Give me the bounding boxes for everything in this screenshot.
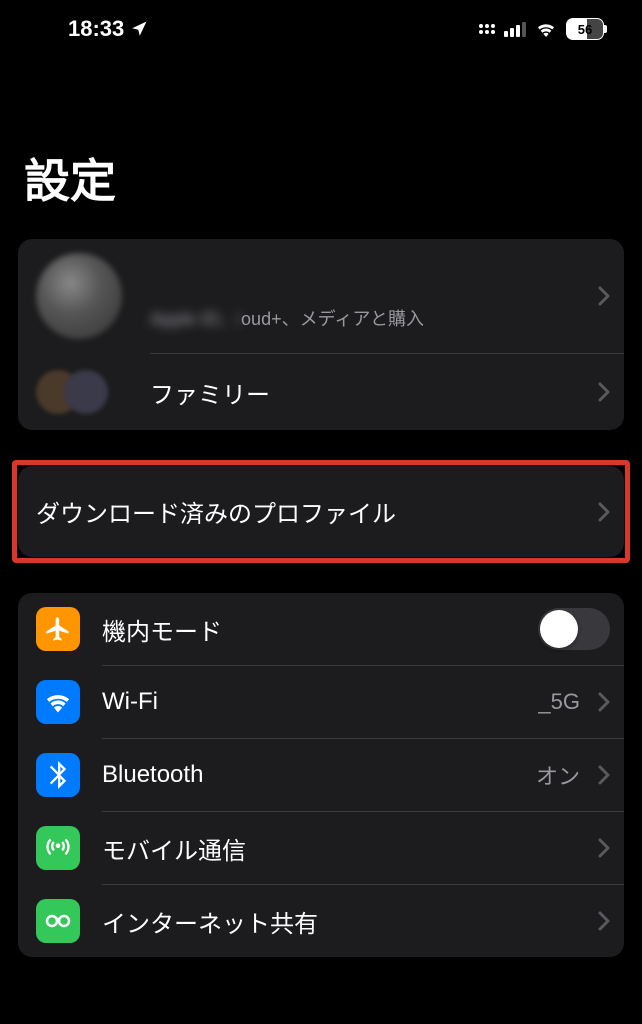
status-indicators: 56 [479, 18, 604, 40]
wifi-network-name-hidden [384, 686, 538, 718]
location-icon [130, 20, 148, 38]
cellular-icon [36, 826, 80, 870]
status-time-area: 18:33 [68, 16, 148, 42]
downloaded-profile-row[interactable]: ダウンロード済みのプロファイル [18, 466, 624, 557]
chevron-right-icon [598, 838, 610, 858]
downloaded-profile-label: ダウンロード済みのプロファイル [36, 476, 588, 547]
status-time: 18:33 [68, 16, 124, 42]
chevron-right-icon [598, 502, 610, 522]
hotspot-row[interactable]: インターネット共有 [18, 885, 624, 957]
family-label: ファミリー [150, 375, 588, 410]
bluetooth-value: オン [536, 759, 580, 791]
hotspot-icon [36, 899, 80, 943]
chevron-right-icon [598, 382, 610, 402]
bluetooth-row[interactable]: Bluetooth オン [18, 739, 624, 811]
wifi-row[interactable]: Wi-Fi _5G [18, 666, 624, 738]
chevron-right-icon [598, 286, 610, 306]
wifi-icon [535, 21, 557, 37]
airplane-icon [36, 607, 80, 651]
bluetooth-icon [36, 753, 80, 797]
chevron-right-icon [598, 911, 610, 931]
chevron-right-icon [598, 692, 610, 712]
airplane-mode-label: 機内モード [102, 612, 538, 647]
chevron-right-icon [598, 765, 610, 785]
cellular-label: モバイル通信 [102, 831, 588, 866]
wifi-label: Wi-Fi [102, 688, 384, 716]
account-subtitle: Apple ID、ioud+、メディアと購入 [150, 305, 588, 331]
status-bar: 18:33 56 [0, 0, 642, 50]
airplane-mode-row[interactable]: 機内モード [18, 593, 624, 665]
connectivity-section: 機内モード Wi-Fi _5G Bluetooth オン モバイル通信 インター [18, 593, 624, 957]
wifi-network-suffix: _5G [538, 689, 580, 715]
family-avatars [36, 366, 122, 418]
dual-sim-icon [479, 24, 495, 34]
airplane-mode-toggle[interactable] [538, 608, 610, 650]
cellular-signal-icon [504, 21, 526, 37]
apple-id-row[interactable]: Apple ID、ioud+、メディアと購入 [18, 239, 624, 353]
account-name [150, 262, 588, 299]
family-row[interactable]: ファミリー [18, 354, 624, 430]
account-info: Apple ID、ioud+、メディアと購入 [150, 262, 588, 331]
hotspot-label: インターネット共有 [102, 904, 588, 939]
account-section: Apple ID、ioud+、メディアと購入 ファミリー [18, 239, 624, 430]
wifi-settings-icon [36, 680, 80, 724]
bluetooth-label: Bluetooth [102, 761, 536, 789]
downloaded-profile-section: ダウンロード済みのプロファイル [18, 466, 624, 557]
battery-icon: 56 [566, 18, 604, 40]
page-title: 設定 [0, 50, 642, 239]
avatar [36, 253, 122, 339]
cellular-row[interactable]: モバイル通信 [18, 812, 624, 884]
